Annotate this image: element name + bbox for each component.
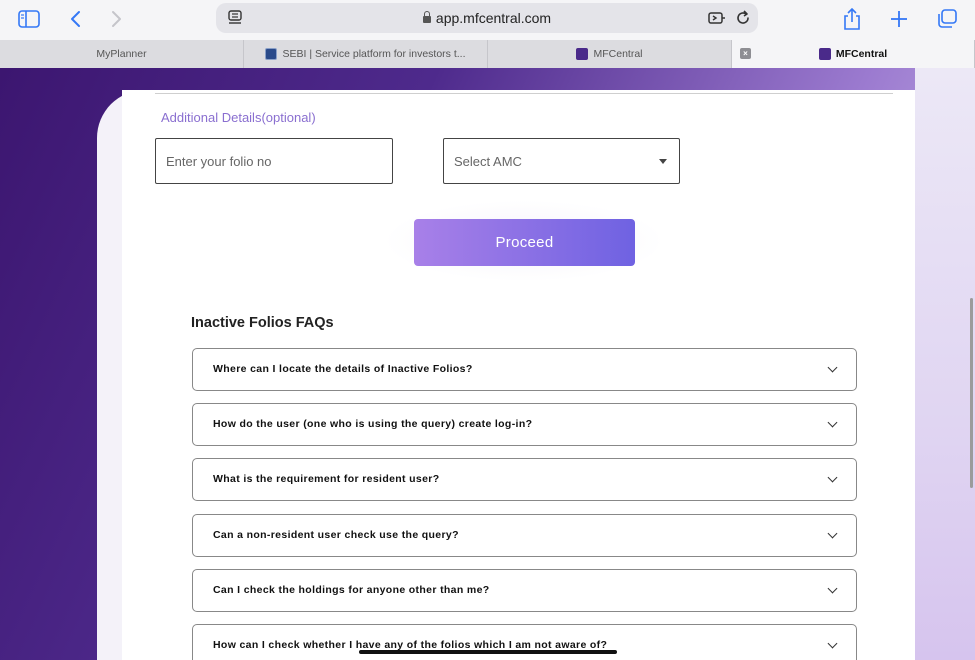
faq-item[interactable]: Where can I locate the details of Inacti… (192, 348, 857, 391)
back-icon[interactable] (62, 7, 88, 31)
faq-item[interactable]: What is the requirement for resident use… (192, 458, 857, 501)
faq-question: Can I check the holdings for anyone othe… (213, 584, 490, 596)
section-divider (155, 93, 893, 94)
faq-heading: Inactive Folios FAQs (191, 315, 334, 331)
proceed-button[interactable]: Proceed (414, 219, 635, 266)
amc-select[interactable]: Select AMC (443, 138, 680, 184)
faq-question: How do the user (one who is using the qu… (213, 418, 533, 430)
chevron-down-icon[interactable] (827, 528, 838, 539)
lock-icon (422, 11, 431, 23)
amc-placeholder: Select AMC (454, 154, 522, 169)
reload-icon[interactable] (730, 6, 756, 30)
chevron-down-icon[interactable] (827, 638, 838, 649)
browser-toolbar: app.mfcentral.com (0, 0, 975, 40)
faq-item[interactable]: How can I check whether I have any of th… (192, 624, 857, 660)
tab-label: MFCentral (835, 48, 888, 60)
faq-item[interactable]: Can a non-resident user check use the qu… (192, 514, 857, 557)
sidebar-icon[interactable] (16, 7, 42, 31)
tab-strip: MyPlanner SEBI | Service platform for in… (0, 40, 975, 68)
page-scrollbar[interactable] (970, 298, 973, 488)
extension-icon[interactable] (704, 6, 730, 30)
chevron-down-icon[interactable] (827, 417, 838, 428)
chevron-down-icon[interactable] (827, 472, 838, 483)
url-text: app.mfcentral.com (216, 10, 758, 26)
faq-item[interactable]: How do the user (one who is using the qu… (192, 403, 857, 446)
tab-myplanner[interactable]: MyPlanner (0, 40, 244, 68)
share-icon[interactable] (839, 7, 865, 31)
tab-label: MFCentral (593, 48, 643, 60)
sebi-favicon-icon (265, 48, 278, 60)
faq-question: What is the requirement for resident use… (213, 473, 440, 485)
tab-label: SEBI | Service platform for investors t.… (282, 48, 466, 60)
url-value: app.mfcentral.com (435, 10, 552, 26)
mfcentral-favicon-icon (576, 48, 589, 60)
close-tab-icon[interactable]: × (740, 48, 751, 59)
address-bar[interactable]: app.mfcentral.com (216, 3, 758, 33)
tab-mfcentral[interactable]: MFCentral (488, 40, 732, 68)
faq-question: Where can I locate the details of Inacti… (213, 363, 473, 375)
tab-mfcentral-active[interactable]: × MFCentral (732, 40, 975, 68)
mfcentral-favicon-icon (818, 48, 831, 60)
forward-icon[interactable] (104, 7, 130, 31)
additional-details-label: Additional Details(optional) (161, 110, 316, 125)
home-indicator[interactable] (359, 650, 617, 654)
chevron-down-icon[interactable] (827, 362, 838, 373)
faq-item[interactable]: Can I check the holdings for anyone othe… (192, 569, 857, 612)
folio-number-input[interactable]: Enter your folio no (155, 138, 393, 184)
faq-question: Can a non-resident user check use the qu… (213, 529, 459, 541)
tab-sebi[interactable]: SEBI | Service platform for investors t.… (244, 40, 488, 68)
tab-label: MyPlanner (96, 48, 147, 60)
chevron-down-icon[interactable] (827, 583, 838, 594)
new-tab-icon[interactable] (886, 7, 912, 31)
dropdown-caret-icon (659, 159, 667, 164)
tab-overview-icon[interactable] (934, 7, 960, 31)
folio-placeholder: Enter your folio no (166, 154, 272, 169)
